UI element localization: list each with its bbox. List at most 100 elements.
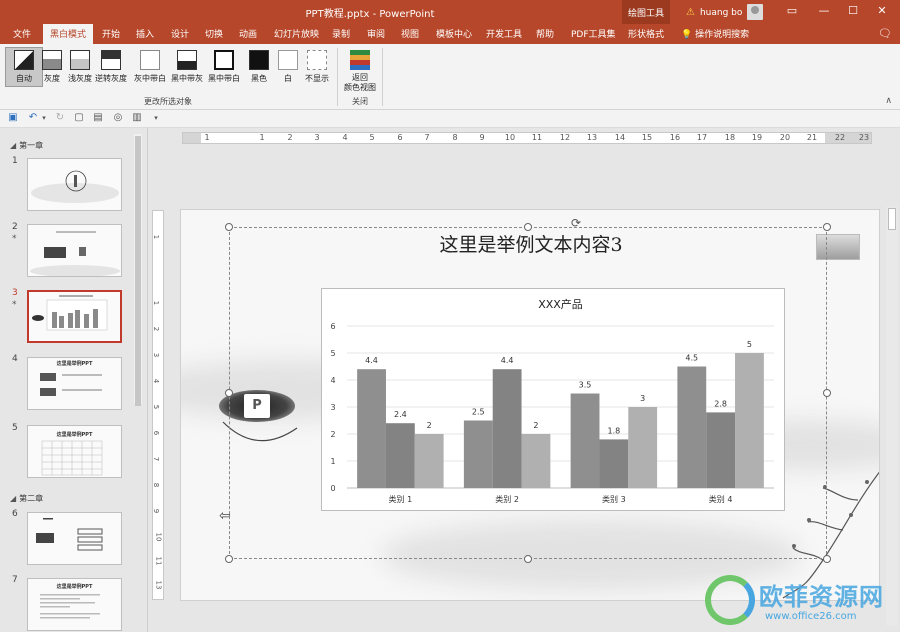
ruler-label: 2 (152, 326, 161, 332)
black-with-gray-button[interactable]: 黑中带灰 (168, 48, 206, 84)
slide-thumbnail-3[interactable] (27, 290, 122, 343)
tell-me-search[interactable]: 💡 操作说明搜索 (681, 27, 749, 40)
chart-container[interactable]: XXX产品 0 1 2 3 4 5 6 4.4 2.4 2 类别 1 2.5 4.4 2 类别 2 3.5 1.8… (321, 288, 785, 511)
tab-pdf-tools[interactable]: PDF工具集 (571, 27, 616, 40)
ruler-label: 17 (696, 133, 708, 142)
section-collapse-icon[interactable]: ◢ (10, 141, 16, 150)
black-with-white-button[interactable]: 黑中带白 (205, 48, 243, 84)
minimize-button[interactable]: — (814, 2, 834, 20)
tab-shape-format[interactable]: 形状格式 (628, 27, 664, 40)
present-icon[interactable]: ▥ (131, 112, 143, 124)
vertical-ruler[interactable]: 1 1 2 3 4 5 6 7 8 9 10 11 13 (152, 210, 164, 600)
ruler-label: 6 (152, 430, 161, 436)
grayscale-icon (42, 50, 62, 70)
save-icon[interactable]: ▣ (7, 112, 19, 124)
quick-access-toolbar: ▣ ↶ ▾ ↻ ▢ ▤ ◎ ▥ ▾ (0, 110, 900, 128)
horizontal-ruler[interactable]: 1 1 2 3 4 5 6 7 8 9 10 11 12 13 14 15 16… (182, 132, 872, 144)
tab-view[interactable]: 视图 (401, 27, 419, 40)
slide-star: * (12, 300, 17, 310)
section-collapse-icon[interactable]: ◢ (10, 494, 16, 503)
tab-slideshow[interactable]: 幻灯片放映 (274, 27, 319, 40)
watermark-url: www.office26.com (765, 611, 857, 622)
section-header-1[interactable]: ◢ 第一章 (10, 140, 43, 151)
tab-home[interactable]: 开始 (102, 27, 120, 40)
ruler-label: 19 (751, 133, 763, 142)
tab-design[interactable]: 设计 (171, 27, 189, 40)
inverse-grayscale-button[interactable]: 逆转灰度 (92, 48, 130, 84)
section-header-2[interactable]: ◢ 第二章 (10, 493, 43, 504)
resize-handle[interactable] (823, 555, 831, 563)
resize-handle[interactable] (823, 389, 831, 397)
hide-button[interactable]: 不显示 (298, 48, 336, 84)
slide-4-preview (40, 373, 102, 396)
warning-icon: ⚠ (686, 7, 695, 18)
ruler-label: 12 (559, 133, 571, 142)
collapse-ribbon-icon[interactable]: ∧ (885, 96, 892, 106)
tell-me-label: 操作说明搜索 (695, 30, 750, 40)
picture-icon[interactable]: ▤ (92, 112, 104, 124)
user-name: huang bo (699, 7, 743, 18)
tab-file[interactable]: 文件 (13, 27, 31, 40)
resize-handle[interactable] (225, 555, 233, 563)
tab-black-white-mode[interactable]: 黑白模式 (43, 24, 94, 44)
slide-thumbnail-7[interactable]: 这里是举例PPT (27, 578, 122, 631)
tab-template-center[interactable]: 模板中心 (436, 27, 472, 40)
scrollbar-thumb[interactable] (135, 136, 141, 406)
bar (706, 412, 736, 488)
bar (735, 353, 764, 488)
user-account[interactable]: ⚠ huang bo (686, 4, 764, 20)
ruler-label: 3 (152, 352, 161, 358)
scrollbar-thumb[interactable] (888, 208, 896, 230)
editor-scrollbar[interactable] (886, 206, 898, 626)
slide-canvas[interactable]: P ⇦ 这里是举例文本内容3 ⟳ XXX产品 0 1 2 3 4 5 6 4.4 2.4 2 类别 1… (180, 209, 880, 601)
slide-thumbnail-4[interactable]: 这里是举例PPT (27, 357, 122, 410)
avatar[interactable] (747, 4, 764, 20)
tab-help[interactable]: 帮助 (536, 27, 554, 40)
resize-handle[interactable] (225, 223, 233, 231)
rotate-handle-icon[interactable]: ⟳ (571, 216, 581, 230)
tab-animations[interactable]: 动画 (239, 27, 257, 40)
context-group-label: 绘图工具 (622, 0, 670, 24)
slide-number: 3 (12, 288, 18, 298)
customize-qat-icon[interactable]: ▾ (150, 112, 162, 124)
tab-developer[interactable]: 开发工具 (486, 27, 522, 40)
y-tick-label: 6 (330, 322, 335, 331)
presenter-icon[interactable]: ◎ (112, 112, 124, 124)
ruler-label: 7 (152, 456, 161, 462)
tab-transitions[interactable]: 切换 (205, 27, 223, 40)
watermark-text: 欧菲资源网 (759, 583, 884, 611)
maximize-button[interactable]: ☐ (843, 2, 863, 20)
resize-handle[interactable] (225, 389, 233, 397)
resize-handle[interactable] (823, 223, 831, 231)
powerpoint-window: PPT教程.pptx - PowerPoint 绘图工具 ⚠ huang bo … (0, 0, 900, 632)
bar (599, 439, 629, 488)
tab-record[interactable]: 录制 (332, 27, 350, 40)
ribbon: 自动 灰度 浅灰度 逆转灰度 灰中带白 黑中带灰 黑中带白 黑色 白 不显示 更… (0, 44, 900, 110)
ruler-label: 3 (314, 133, 320, 142)
resize-handle[interactable] (524, 223, 532, 231)
thumbnail-scrollbar[interactable] (134, 134, 142, 406)
gray-with-white-icon (140, 50, 160, 70)
title-bar: PPT教程.pptx - PowerPoint 绘图工具 ⚠ huang bo … (0, 0, 900, 24)
redo-icon[interactable]: ↻ (54, 112, 66, 124)
data-label: 4.4 (501, 356, 514, 365)
comment-icon[interactable]: 🗨 (878, 27, 892, 40)
ruler-label: 16 (669, 133, 681, 142)
slide-1-preview (31, 170, 119, 203)
tab-review[interactable]: 审阅 (367, 27, 385, 40)
data-label: 3.5 (579, 381, 592, 390)
close-button[interactable]: ✕ (872, 2, 892, 20)
slide-5-preview (41, 440, 103, 476)
ruler-label: 9 (152, 508, 161, 514)
ribbon-display-icon[interactable]: ▭ (782, 2, 802, 20)
back-to-color-view-button[interactable]: 返回 颜色视图 (340, 48, 380, 93)
slide-thumbnail-6[interactable] (27, 512, 122, 565)
resize-handle[interactable] (524, 555, 532, 563)
new-slide-icon[interactable]: ▢ (73, 112, 85, 124)
slide-thumbnail-2[interactable] (27, 224, 122, 277)
slide-thumbnail-5[interactable]: 这里是举例PPT (27, 425, 122, 478)
undo-dropdown-icon[interactable]: ▾ (38, 112, 50, 124)
slide-thumbnail-1[interactable] (27, 158, 122, 211)
tab-insert[interactable]: 插入 (136, 27, 154, 40)
gray-with-white-button[interactable]: 灰中带白 (131, 48, 169, 84)
